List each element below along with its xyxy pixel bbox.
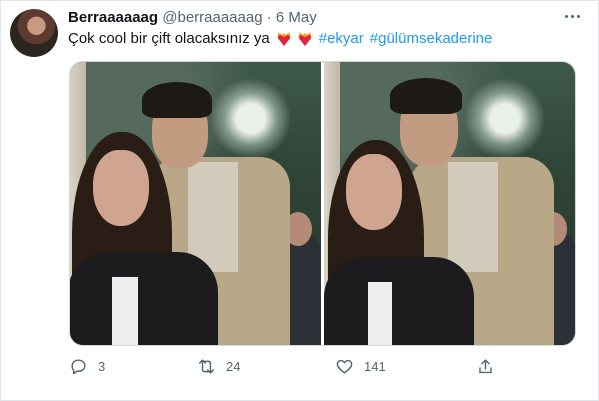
tweet-text: Çok cool bir çift olacaksınız ya #ekyar … bbox=[68, 30, 492, 47]
more-dot bbox=[570, 14, 574, 18]
man-hair bbox=[390, 78, 462, 114]
retweet-button[interactable]: 24 bbox=[197, 357, 240, 376]
avatar[interactable] bbox=[10, 9, 58, 57]
heart-on-fire-icon bbox=[277, 31, 291, 46]
share-button[interactable] bbox=[476, 357, 495, 376]
tweet-body-text: Çok cool bir çift olacaksınız ya bbox=[68, 30, 270, 47]
woman-top bbox=[368, 282, 392, 345]
reply-button[interactable]: 3 bbox=[69, 357, 105, 376]
like-button[interactable]: 141 bbox=[335, 357, 386, 376]
tweet-photo[interactable] bbox=[70, 62, 321, 345]
tweet-actions: 3 24 141 bbox=[0, 357, 599, 379]
woman-face bbox=[93, 150, 149, 226]
share-icon bbox=[479, 359, 492, 374]
retweet-icon bbox=[199, 359, 214, 374]
media-grid bbox=[69, 61, 576, 346]
more-dot bbox=[564, 14, 568, 18]
heart-icon bbox=[336, 359, 353, 374]
like-count: 141 bbox=[364, 359, 386, 374]
woman-coat bbox=[70, 252, 218, 345]
more-options-button[interactable] bbox=[560, 6, 584, 26]
tweet-header: Berraaaaaag @berraaaaaag · 6 May bbox=[68, 9, 317, 26]
more-dot bbox=[576, 14, 580, 18]
display-name[interactable]: Berraaaaaag bbox=[68, 9, 158, 26]
hashtag-link[interactable]: #ekyar bbox=[319, 30, 364, 47]
man-shirt bbox=[448, 162, 498, 272]
handle[interactable]: @berraaaaaag bbox=[162, 9, 262, 26]
woman-top bbox=[112, 277, 138, 345]
separator-dot: · bbox=[266, 9, 272, 26]
retweet-count: 24 bbox=[226, 359, 241, 374]
reply-icon bbox=[71, 359, 86, 375]
tweet-date[interactable]: 6 May bbox=[276, 9, 317, 26]
heart-on-fire-icon bbox=[298, 31, 312, 46]
woman-coat bbox=[324, 257, 474, 345]
tweet-photo[interactable] bbox=[324, 62, 575, 345]
woman-face bbox=[346, 154, 402, 230]
reply-count: 3 bbox=[98, 359, 106, 374]
hashtag-link[interactable]: #gülümsekaderine bbox=[370, 30, 493, 47]
man-hair bbox=[142, 82, 212, 118]
